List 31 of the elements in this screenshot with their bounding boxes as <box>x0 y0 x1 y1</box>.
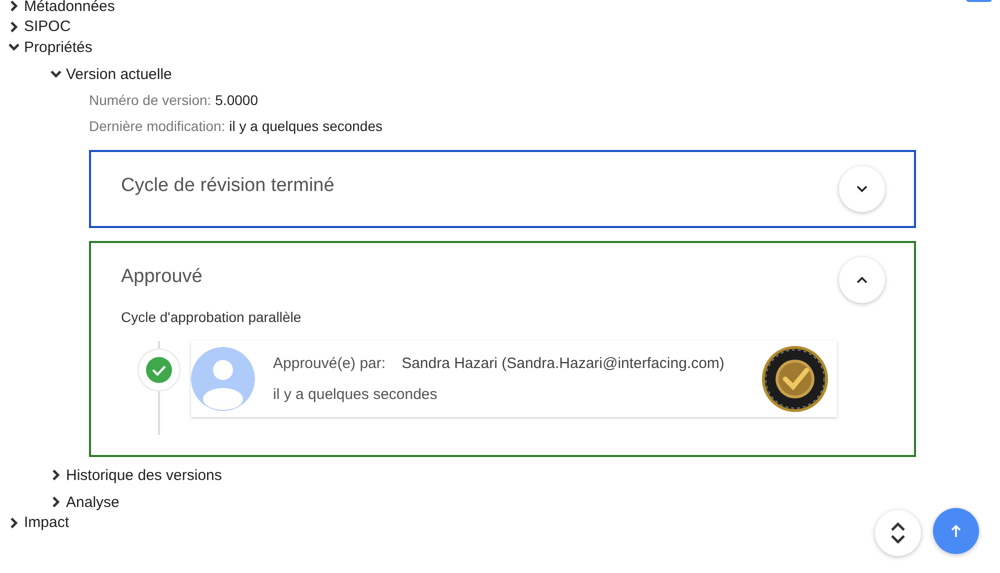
detail-label: Dernière modification: <box>89 118 226 134</box>
tree-item-label[interactable]: Propriétés <box>24 38 92 56</box>
detail-value: il y a quelques secondes <box>229 118 382 134</box>
panel-title: Cycle de révision terminé <box>121 174 334 196</box>
chevron-right-icon[interactable] <box>8 20 20 33</box>
approver-name: Sandra Hazari (Sandra.Hazari@interfacing.com) <box>402 354 724 372</box>
approved-by-label: Approuvé(e) par: <box>273 354 386 372</box>
chevron-down-icon[interactable] <box>50 68 62 80</box>
detail-value: 5.0000 <box>215 92 258 108</box>
detail-label: Numéro de version: <box>89 92 212 108</box>
arrow-up-icon <box>950 524 962 538</box>
tree-item-label[interactable]: Impact <box>24 514 70 532</box>
expand-collapse-icon <box>890 522 906 544</box>
scroll-top-button[interactable] <box>933 508 979 554</box>
expand-collapse-button[interactable] <box>875 510 921 556</box>
panel-title: Approuvé <box>121 266 202 288</box>
chevron-right-icon[interactable] <box>50 469 62 481</box>
tree-item-label[interactable]: Métadonnées <box>24 0 115 15</box>
tree-item-label[interactable]: Version actuelle <box>66 66 172 82</box>
cycle-label: Cycle d'approbation parallèle <box>121 308 302 327</box>
tree-item-label[interactable]: Historique des versions <box>66 466 222 484</box>
verified-seal-icon <box>761 344 829 412</box>
chevron-down-icon[interactable] <box>8 41 20 54</box>
toggle-button[interactable] <box>839 166 885 212</box>
chevron-right-icon[interactable] <box>8 0 20 12</box>
tree-item-label[interactable]: Analyse <box>66 494 120 510</box>
approval-time: il y a quelques secondes <box>273 386 438 402</box>
toggle-button[interactable] <box>839 256 885 302</box>
chevron-right-icon[interactable] <box>8 516 20 529</box>
chevron-right-icon[interactable] <box>50 496 62 508</box>
tree-item-label[interactable]: SIPOC <box>24 18 71 36</box>
